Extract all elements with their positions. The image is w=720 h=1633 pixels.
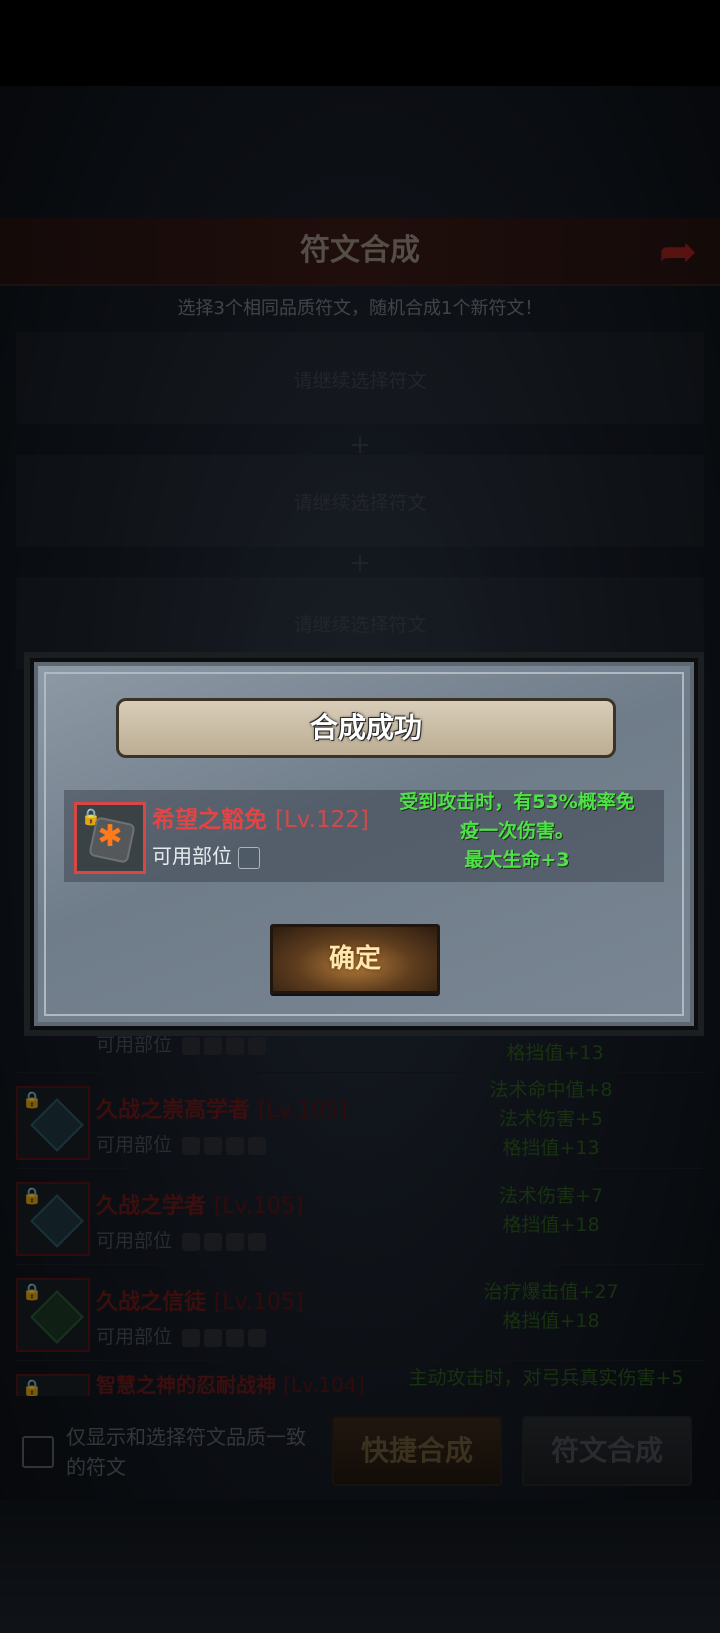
rune-mark-icon: ✱ bbox=[97, 819, 123, 854]
slot-label: 可用部位 bbox=[152, 844, 232, 868]
result-item-stats: 受到攻击时，有53%概率免 疫一次伤害。 最大生命+3 bbox=[374, 788, 660, 875]
stat-line: 疫一次伤害。 bbox=[459, 820, 574, 842]
success-dialog: 合成成功 🔒 ✱ 希望之豁免 [Lv.122] 可用部位 受到攻击时，有53%概… bbox=[30, 658, 698, 1030]
result-item-name: 希望之豁免 [Lv.122] bbox=[152, 807, 369, 833]
dialog-title: 合成成功 bbox=[309, 711, 422, 744]
stat-line: 最大生命+3 bbox=[464, 849, 570, 871]
confirm-button[interactable]: 确定 bbox=[270, 924, 440, 994]
rune-icon[interactable]: 🔒 ✱ bbox=[74, 802, 146, 874]
stat-line: 受到攻击时，有53%概率免 bbox=[399, 791, 635, 813]
result-item-slots: 可用部位 bbox=[152, 840, 260, 869]
result-item-level: [Lv.122] bbox=[275, 807, 369, 833]
glove-slot-icon bbox=[238, 846, 260, 869]
